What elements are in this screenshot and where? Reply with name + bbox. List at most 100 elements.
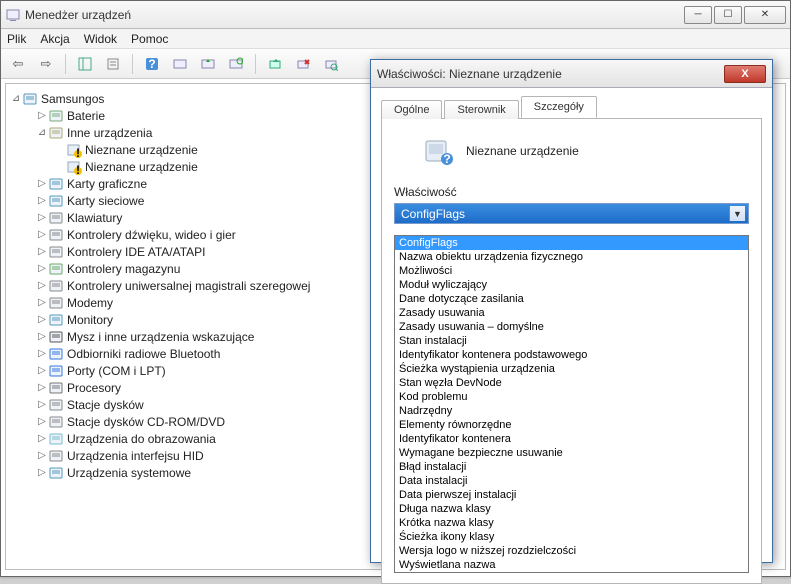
mouse-icon [48,329,64,345]
dropdown-option[interactable]: Wersja logo w niższej rozdzielczości [395,544,748,558]
properties-button[interactable] [102,53,124,75]
tree-label: Porty (COM i LPT) [67,364,166,378]
expand-icon[interactable]: ▷ [36,382,48,393]
help-button[interactable]: ? [141,53,163,75]
dropdown-option[interactable]: Ścieżka ikony klasy [395,530,748,544]
separator [255,54,256,74]
expand-icon[interactable]: ▷ [36,399,48,410]
dropdown-option[interactable]: Wyświetlana nazwa [395,558,748,572]
forward-button[interactable]: ⇨ [35,53,57,75]
back-button[interactable]: ⇦ [7,53,29,75]
tabstrip: OgólneSterownikSzczegóły [371,88,772,118]
expand-icon[interactable]: ⊿ [36,127,48,138]
maximize-button[interactable]: ☐ [714,6,742,24]
tree-label: Samsungos [41,92,104,106]
dropdown-option[interactable]: Długa nazwa klasy [395,502,748,516]
modem-icon [48,295,64,311]
property-label: Właściwość [394,185,749,199]
expand-icon[interactable]: ▷ [36,178,48,189]
tree-label: Urządzenia do obrazowania [67,432,216,446]
menu-action[interactable]: Akcja [40,32,69,46]
warn-icon: ! [66,142,82,158]
menu-view[interactable]: Widok [84,32,117,46]
expand-icon[interactable]: ▷ [36,450,48,461]
property-dropdown[interactable]: ConfigFlagsNazwa obiektu urządzenia fizy… [394,235,749,573]
combobox-value: ConfigFlags [401,207,465,221]
app-icon [5,7,21,23]
expand-icon[interactable]: ▷ [36,467,48,478]
dropdown-option[interactable]: Identyfikator kontenera podstawowego [395,348,748,362]
dropdown-option[interactable]: Data pierwszej instalacji [395,488,748,502]
separator [65,54,66,74]
dropdown-option[interactable]: Możliwości [395,264,748,278]
dropdown-option[interactable]: Wymagane bezpieczne usuwanie [395,446,748,460]
dropdown-option[interactable]: Elementy równorzędne [395,418,748,432]
dropdown-option[interactable]: ConfigFlags [395,236,748,250]
tree-label: Urządzenia interfejsu HID [67,449,204,463]
expand-icon[interactable]: ▷ [36,212,48,223]
tree-label: Kontrolery IDE ATA/ATAPI [67,245,206,259]
expand-icon[interactable]: ▷ [36,331,48,342]
tree-label: Nieznane urządzenie [85,160,198,174]
expand-icon[interactable]: ▷ [36,416,48,427]
dropdown-option[interactable]: Nadrzędny [395,404,748,418]
dropdown-option[interactable]: Błąd instalacji [395,460,748,474]
tab-ogólne[interactable]: Ogólne [381,100,442,119]
device-icon: ? [422,135,454,167]
warn-icon: ! [66,159,82,175]
dropdown-option[interactable]: Ścieżka wystąpienia urządzenia [395,362,748,376]
tree-label: Kontrolery magazynu [67,262,180,276]
expand-icon[interactable]: ▷ [36,263,48,274]
update-driver-button[interactable] [197,53,219,75]
svg-text:?: ? [443,152,450,166]
dropdown-option[interactable]: Krótka nazwa klasy [395,516,748,530]
dropdown-option[interactable]: Identyfikator kontenera [395,432,748,446]
menubar: Plik Akcja Widok Pomoc [1,29,790,49]
bt-icon [48,346,64,362]
expand-icon[interactable]: ▷ [36,433,48,444]
disk-icon [48,397,64,413]
dropdown-option[interactable]: Dane dotyczące zasilania [395,292,748,306]
expand-icon[interactable]: ▷ [36,229,48,240]
dropdown-option[interactable]: Data instalacji [395,474,748,488]
tree-label: Kontrolery uniwersalnej magistrali szere… [67,279,310,293]
tab-szczegóły[interactable]: Szczegóły [521,96,597,118]
keyboard-icon [48,210,64,226]
close-button[interactable]: ✕ [744,6,786,24]
expand-icon[interactable]: ▷ [36,195,48,206]
tab-sterownik[interactable]: Sterownik [444,100,518,119]
expand-icon[interactable]: ▷ [36,110,48,121]
expand-icon[interactable]: ▷ [36,280,48,291]
dropdown-option[interactable]: Kod problemu [395,390,748,404]
expand-icon[interactable]: ▷ [36,314,48,325]
expand-icon[interactable]: ▷ [36,365,48,376]
scan-button[interactable] [169,53,191,75]
device-name: Nieznane urządzenie [466,144,579,158]
enable-button[interactable] [264,53,286,75]
expand-icon[interactable]: ▷ [36,297,48,308]
property-combobox[interactable]: ConfigFlags ▼ [394,203,749,224]
menu-help[interactable]: Pomoc [131,32,168,46]
menu-file[interactable]: Plik [7,32,26,46]
refresh-button[interactable] [225,53,247,75]
tree-label: Urządzenia systemowe [67,466,191,480]
dropdown-option[interactable]: Stan węzła DevNode [395,376,748,390]
dropdown-option[interactable]: Nazwa obiektu urządzenia fizycznego [395,250,748,264]
minimize-button[interactable]: ─ [684,6,712,24]
dropdown-option[interactable]: Zasady usuwania – domyślne [395,320,748,334]
port-icon [48,363,64,379]
scan-hardware-button[interactable] [320,53,342,75]
expand-icon[interactable]: ▷ [36,348,48,359]
dialog-close-button[interactable]: X [724,65,766,83]
dropdown-option[interactable]: Stan instalacji [395,334,748,348]
dropdown-option[interactable]: Zasady usuwania [395,306,748,320]
show-hide-tree-button[interactable] [74,53,96,75]
expand-icon[interactable]: ▷ [36,246,48,257]
tree-label: Klawiatury [67,211,122,225]
collapse-icon[interactable]: ⊿ [10,93,22,104]
other-icon [48,125,64,141]
dropdown-option[interactable]: Moduł wyliczający [395,278,748,292]
monitor-icon [48,312,64,328]
tree-label: Stacje dysków CD-ROM/DVD [67,415,225,429]
uninstall-button[interactable] [292,53,314,75]
